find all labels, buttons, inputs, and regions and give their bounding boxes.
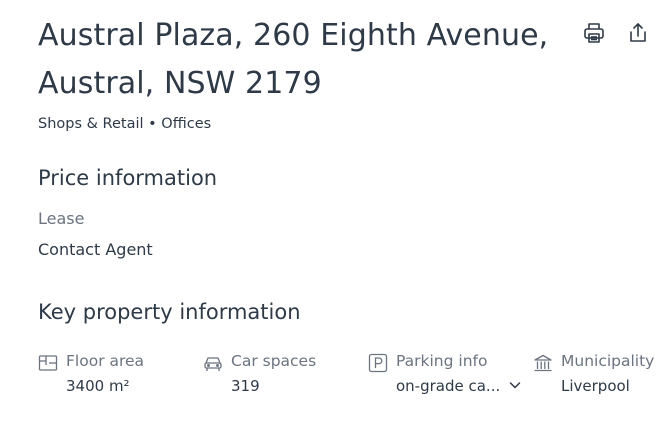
address-line-1: Austral Plaza, 260 Eighth Avenue,: [38, 18, 549, 53]
parking-icon: [368, 353, 388, 373]
share-icon: [630, 23, 646, 42]
address-line-2: Austral, NSW 2179: [38, 66, 322, 101]
fact-value: on-grade ca...: [396, 377, 501, 395]
fact-value: 319: [231, 377, 260, 395]
fact-value: Liverpool: [561, 377, 630, 395]
car-icon: [204, 357, 222, 371]
fact-label: Car spaces: [231, 352, 317, 370]
lease-value: Contact Agent: [38, 240, 153, 259]
printer-icon: [584, 23, 604, 43]
lease-label: Lease: [38, 209, 85, 228]
fact-label: Parking info: [396, 352, 488, 370]
print-button[interactable]: [581, 18, 607, 48]
floor-area-icon: [38, 355, 58, 371]
fact-label: Municipality: [561, 352, 655, 370]
property-type: Shops & Retail • Offices: [38, 116, 212, 132]
key-info-heading: Key property information: [38, 300, 301, 324]
key-facts-row: Floor area 3400 m² Car spaces 319 Parkin…: [38, 352, 667, 412]
fact-label: Floor area: [66, 352, 145, 370]
header-actions: [581, 18, 651, 48]
price-section-heading: Price information: [38, 166, 218, 190]
share-button[interactable]: [625, 18, 651, 48]
fact-value: 3400 m²: [66, 377, 130, 395]
property-address-title: Austral Plaza, 260 Eighth Avenue, Austra…: [38, 12, 558, 108]
municipality-icon: [534, 354, 552, 372]
chevron-down-icon[interactable]: [508, 378, 522, 392]
